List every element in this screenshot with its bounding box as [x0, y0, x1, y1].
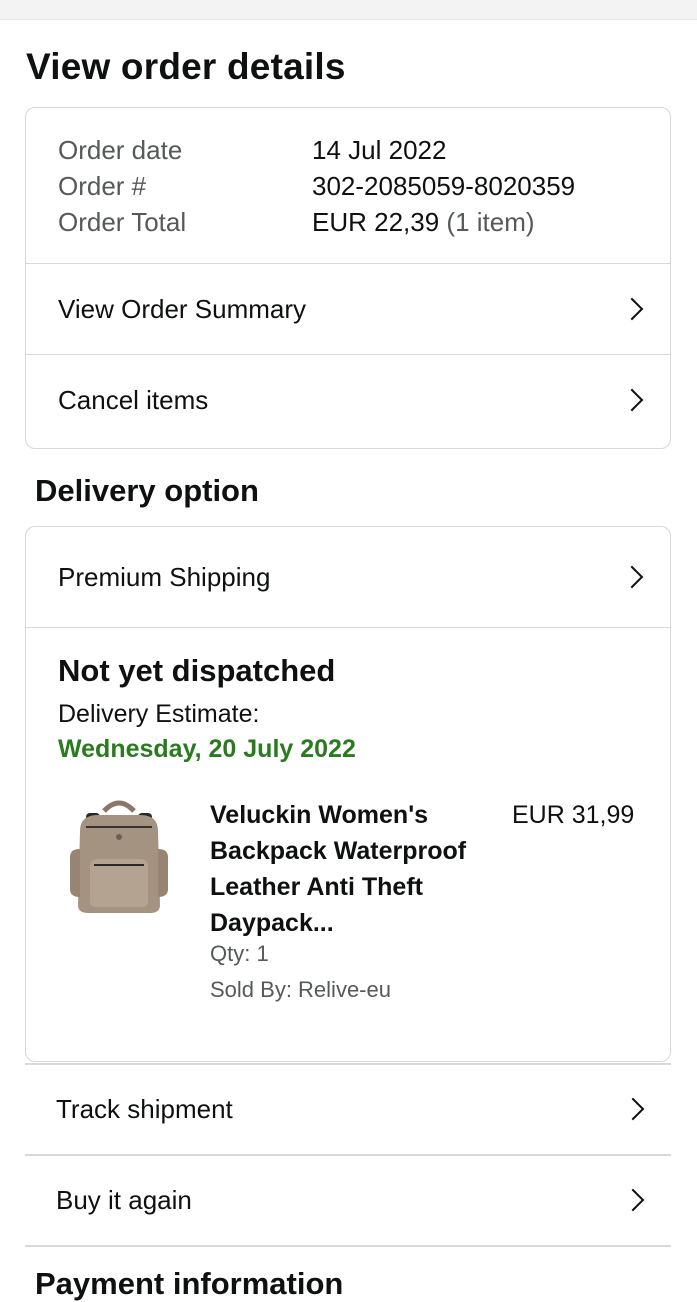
product-price: EUR 31,99 [512, 801, 635, 829]
view-order-summary-link[interactable]: View Order Summary [26, 264, 670, 354]
product-title-link[interactable]: Veluckin Women's Backpack Waterproof Lea… [210, 797, 500, 941]
top-strip [0, 0, 697, 20]
delivery-estimate-label: Delivery Estimate: [58, 700, 260, 728]
backpack-image[interactable] [66, 797, 172, 917]
chevron-right-icon [620, 565, 644, 589]
track-shipment-link[interactable]: Track shipment [25, 1064, 671, 1154]
order-number-value: 302-2085059-8020359 [312, 171, 576, 201]
delivery-section-title: Delivery option [35, 473, 259, 508]
shipment-status: Not yet dispatched Delivery Estimate: We… [58, 651, 648, 766]
cancel-items-label: Cancel items [58, 384, 209, 415]
order-date-label: Order date [58, 135, 183, 165]
track-shipment-label: Track shipment [56, 1093, 233, 1124]
premium-shipping-link[interactable]: Premium Shipping [26, 527, 670, 627]
payment-information-title: Payment information [35, 1266, 344, 1301]
chevron-right-icon [620, 297, 644, 321]
delivery-estimate-date: Wednesday, 20 July 2022 [58, 735, 356, 763]
order-total-items: (1 item) [446, 207, 535, 237]
shipment-status-title: Not yet dispatched [58, 653, 336, 688]
order-total-value: EUR 22,39 [312, 207, 440, 237]
page-title: View order details [26, 46, 346, 87]
divider [25, 1245, 671, 1247]
buy-it-again-link[interactable]: Buy it again [25, 1155, 671, 1245]
chevron-right-icon [621, 1188, 645, 1212]
delivery-card: Premium Shipping Not yet dispatched Deli… [25, 526, 671, 1062]
product-sold-by: Sold By: Relive-eu [210, 977, 391, 1002]
order-date-value: 14 Jul 2022 [312, 135, 447, 165]
chevron-right-icon [621, 1097, 645, 1121]
premium-shipping-label: Premium Shipping [58, 561, 271, 592]
order-total-label: Order Total [58, 207, 187, 237]
order-total-value-wrap: EUR 22,39 (1 item) [312, 206, 535, 238]
cancel-items-link[interactable]: Cancel items [26, 355, 670, 445]
view-order-summary-label: View Order Summary [58, 293, 307, 324]
order-number-label: Order # [58, 171, 147, 201]
chevron-right-icon [620, 388, 644, 412]
divider [26, 627, 670, 628]
order-info-card: Order date 14 Jul 2022 Order # 302-20850… [25, 107, 671, 449]
product-item: Veluckin Women's Backpack Waterproof Lea… [66, 797, 646, 1027]
buy-it-again-label: Buy it again [56, 1184, 192, 1215]
product-qty: Qty: 1 [210, 941, 269, 966]
